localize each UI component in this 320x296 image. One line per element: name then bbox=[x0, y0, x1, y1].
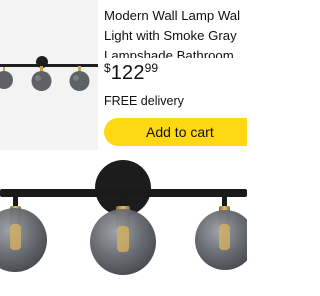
product-thumbnail[interactable] bbox=[0, 0, 98, 150]
product-title-line-2[interactable]: Light with Smoke Gray bbox=[104, 28, 237, 43]
wall-lamp-main-image bbox=[0, 150, 247, 296]
price-currency: $ bbox=[104, 61, 111, 75]
add-to-cart-button[interactable]: Add to cart bbox=[104, 118, 247, 146]
wall-lamp-thumbnail-image bbox=[0, 0, 98, 150]
delivery-info: FREE delivery bbox=[104, 94, 184, 108]
product-info: Modern Wall Lamp Wal Light with Smoke Gr… bbox=[104, 6, 247, 150]
price-whole: 122 bbox=[110, 62, 145, 84]
product-main-image[interactable] bbox=[0, 150, 247, 296]
product-title-line-3[interactable]: Lampshade Bathroom bbox=[104, 48, 234, 58]
product-title-line-1[interactable]: Modern Wall Lamp Wal bbox=[104, 8, 240, 23]
product-title[interactable]: Modern Wall Lamp Wal Light with Smoke Gr… bbox=[104, 6, 247, 58]
product-card[interactable]: Modern Wall Lamp Wal Light with Smoke Gr… bbox=[0, 0, 247, 150]
price-fraction: 99 bbox=[144, 61, 159, 75]
product-price: $12299 bbox=[104, 61, 158, 85]
